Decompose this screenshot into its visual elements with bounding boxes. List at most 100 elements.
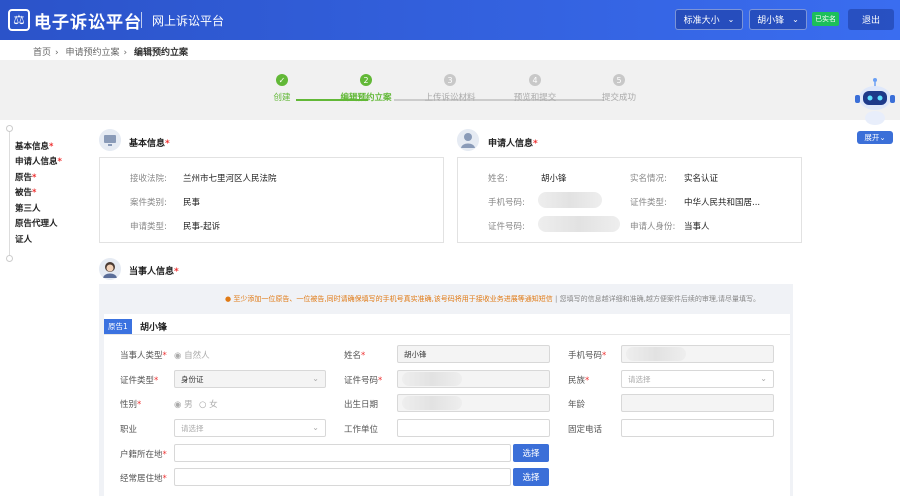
work-input[interactable] xyxy=(397,419,550,437)
gender-label: 性别* xyxy=(120,400,142,410)
phone-label: 手机号码* xyxy=(568,351,607,361)
idno-input[interactable] xyxy=(397,370,550,388)
breadcrumb-separator-icon: › xyxy=(123,48,128,58)
birth-label: 出生日期 xyxy=(344,400,379,410)
tel-input[interactable] xyxy=(621,419,774,437)
age-label: 年龄 xyxy=(568,400,586,410)
tel-label: 固定电话 xyxy=(568,425,603,435)
court-scale-icon: ⚖ xyxy=(8,9,30,31)
applicant-phone-label: 手机号码: xyxy=(488,198,525,208)
sidebar-item-defendant[interactable]: 被告* xyxy=(15,186,36,198)
breadcrumb-apply[interactable]: 申请预约立案 xyxy=(66,48,120,58)
court-value: 兰州市七里河区人民法院 xyxy=(183,174,277,184)
section-title-party: 当事人信息* xyxy=(129,267,179,277)
name-input[interactable]: 胡小锋 xyxy=(397,345,550,363)
expand-button[interactable]: 展开 ⌄ xyxy=(857,131,893,144)
brand-title: 电子诉讼平台 xyxy=(34,13,142,33)
apply-type-label: 申请类型: xyxy=(130,222,167,232)
exit-button[interactable]: 退出 xyxy=(848,9,894,30)
case-type-label: 案件类别: xyxy=(130,198,167,208)
sidebar-item-applicant[interactable]: 申请人信息* xyxy=(15,155,62,167)
user-avatar-icon xyxy=(457,129,479,151)
residence-label: 经常居住地* xyxy=(120,474,167,484)
chevron-down-icon: ⌄ xyxy=(312,374,319,383)
chevron-down-icon: ⌄ xyxy=(792,15,799,24)
job-select[interactable]: 请选择 ⌄ xyxy=(174,419,326,437)
sidebar-track xyxy=(9,128,10,258)
breadcrumb-current: 编辑预约立案 xyxy=(134,48,189,58)
user-dropdown[interactable]: 胡小锋 ⌄ xyxy=(749,9,807,30)
breadcrumb: 首页 › 申请预约立案 › 编辑预约立案 xyxy=(33,45,192,58)
step-create: ✓ 创建 xyxy=(273,74,291,103)
check-icon: ✓ xyxy=(276,74,288,86)
plaintiff-tag: 原告1 xyxy=(104,319,132,334)
step-success: 5 提交成功 xyxy=(601,74,636,103)
chevron-down-icon: ⌄ xyxy=(879,133,886,142)
applicant-name-value: 胡小锋 xyxy=(541,174,567,184)
sidebar-item-witness[interactable]: 证人 xyxy=(15,233,32,245)
step-edit: 2 编辑预约立案 xyxy=(340,74,392,103)
age-input[interactable] xyxy=(621,394,774,412)
role-value: 当事人 xyxy=(684,222,710,232)
sidebar-dot xyxy=(6,125,13,132)
gender-female-radio[interactable]: ○ 女 xyxy=(199,398,218,410)
party-type-radio[interactable]: ◉ 自然人 xyxy=(174,349,210,361)
ethnic-select[interactable]: 请选择 ⌄ xyxy=(621,370,774,388)
phone-input[interactable] xyxy=(621,345,774,363)
sidebar-item-basic[interactable]: 基本信息* xyxy=(15,140,53,152)
breadcrumb-home[interactable]: 首页 xyxy=(33,48,51,58)
robot-assistant-icon[interactable] xyxy=(852,76,898,126)
phone-blurred xyxy=(626,347,686,361)
chevron-down-icon: ⌄ xyxy=(760,374,767,383)
monitor-icon xyxy=(99,129,121,151)
household-label: 户籍所在地* xyxy=(120,450,167,460)
idtype-select[interactable]: 身份证 ⌄ xyxy=(174,370,326,388)
step-preview: 4 预览和提交 xyxy=(513,74,557,103)
warning-icon: ● xyxy=(225,295,232,303)
gender-male-radio[interactable]: ◉ 男 xyxy=(174,398,193,410)
realname-label: 实名情况: xyxy=(630,174,667,184)
ethnic-label: 民族* xyxy=(568,376,590,386)
idtype-value: 中华人民共和国居... xyxy=(684,198,761,208)
party-type-label: 当事人类型* xyxy=(120,351,167,361)
name-label: 姓名* xyxy=(344,351,366,361)
idtype-label: 证件类型: xyxy=(630,198,667,208)
idno-label: 证件号码* xyxy=(344,376,383,386)
job-label: 职业 xyxy=(120,425,138,435)
household-select-button[interactable]: 选择 xyxy=(513,444,549,462)
section-title-basic: 基本信息* xyxy=(129,139,170,149)
verified-badge: 已实名 xyxy=(812,12,839,26)
plaintiff-divider xyxy=(104,334,790,335)
role-label: 申请人身份: xyxy=(630,222,676,232)
birth-input[interactable] xyxy=(397,394,550,412)
applicant-phone-blurred xyxy=(538,192,602,208)
residence-input[interactable] xyxy=(174,468,511,486)
breadcrumb-separator-icon: › xyxy=(55,48,59,58)
chevron-down-icon: ⌄ xyxy=(312,423,319,432)
idtype-form-label: 证件类型* xyxy=(120,376,159,386)
step-upload: 3 上传诉讼材料 xyxy=(424,74,476,103)
sidebar-item-plaintiff-agent[interactable]: 原告代理人 xyxy=(15,217,58,229)
household-input[interactable] xyxy=(174,444,511,462)
font-size-dropdown[interactable]: 标准大小 ⌄ xyxy=(675,9,743,30)
work-label: 工作单位 xyxy=(344,425,379,435)
case-type-value: 民事 xyxy=(183,198,201,208)
court-label: 接收法院: xyxy=(130,174,167,184)
section-title-applicant: 申请人信息* xyxy=(488,139,538,149)
plaintiff-name: 胡小锋 xyxy=(140,323,168,333)
sidebar-dot xyxy=(6,255,13,262)
top-header: ⚖ 电子诉讼平台 网上诉讼平台 标准大小 ⌄ 胡小锋 ⌄ 已实名 退出 xyxy=(0,0,900,40)
user-name: 胡小锋 xyxy=(757,16,785,26)
apply-type-value: 民事-起诉 xyxy=(183,222,221,232)
sidebar-item-plaintiff[interactable]: 原告* xyxy=(15,171,36,183)
applicant-id-blurred xyxy=(538,216,620,232)
idno-blurred xyxy=(402,372,462,386)
applicant-name-label: 姓名: xyxy=(488,174,508,184)
birth-blurred xyxy=(402,396,462,410)
brand-subtitle: 网上诉讼平台 xyxy=(152,14,225,28)
header-divider xyxy=(141,12,142,28)
woman-avatar-icon xyxy=(99,258,121,280)
residence-select-button[interactable]: 选择 xyxy=(513,468,549,486)
chevron-down-icon: ⌄ xyxy=(727,15,735,24)
sidebar-item-third-party[interactable]: 第三人 xyxy=(15,202,41,214)
